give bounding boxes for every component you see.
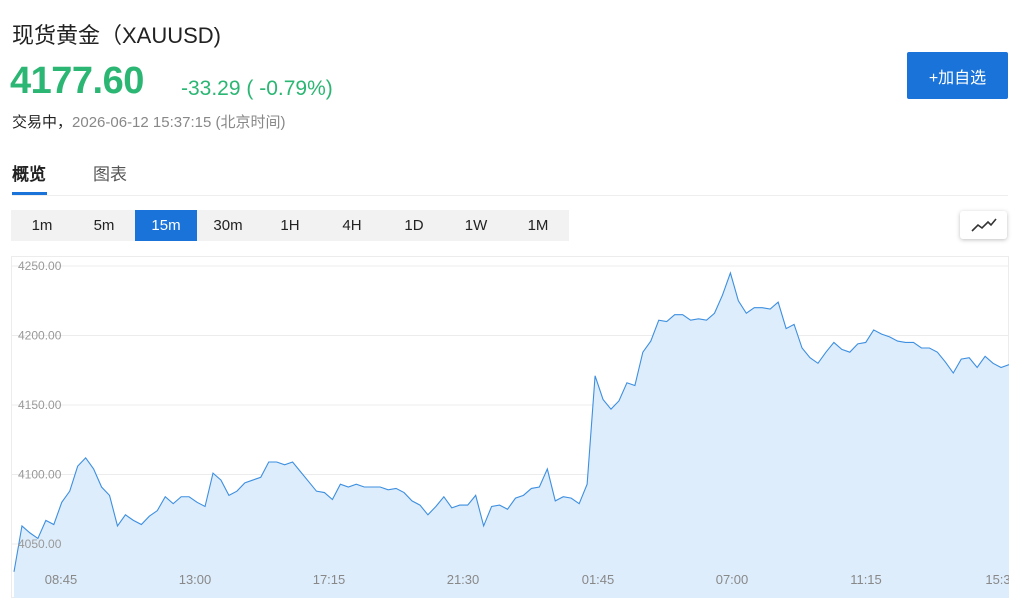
period-5m[interactable]: 5m (73, 210, 135, 241)
x-tick-label: 08:45 (45, 572, 78, 587)
period-1w[interactable]: 1W (445, 210, 507, 241)
x-tick-label: 07:00 (716, 572, 749, 587)
chart-type-button[interactable] (960, 211, 1007, 239)
line-chart-icon (970, 218, 997, 232)
price-chart[interactable]: 4250.00 4200.00 4150.00 4100.00 4050.00 08:4… (11, 256, 1009, 598)
trading-status: 交易中，2026-06-12 15:37:15 (北京时间) (12, 111, 285, 132)
x-tick-label: 17:15 (313, 572, 346, 587)
add-to-watchlist-button[interactable]: +加自选 (907, 52, 1008, 99)
active-tab-indicator (12, 192, 47, 195)
price-change: -33.29 ( -0.79%) (181, 77, 333, 100)
period-1h[interactable]: 1H (259, 210, 321, 241)
y-tick-label: 4250.00 (18, 259, 62, 273)
period-1m-month[interactable]: 1M (507, 210, 569, 241)
period-15m[interactable]: 15m (135, 210, 197, 241)
tab-bar: 概览 图表 (12, 160, 1008, 196)
period-30m[interactable]: 30m (197, 210, 259, 241)
y-tick-label: 4150.00 (18, 398, 62, 412)
status-label: 交易中， (12, 114, 73, 131)
x-tick-label: 01:45 (582, 572, 615, 587)
period-4h[interactable]: 4H (321, 210, 383, 241)
x-tick-label: 13:00 (179, 572, 212, 587)
timestamp: 2026-06-12 15:37:15 (北京时间) (72, 114, 286, 131)
period-1m[interactable]: 1m (11, 210, 73, 241)
current-price: 4177.60 (10, 60, 144, 102)
x-tick-label: 21:30 (447, 572, 480, 587)
y-tick-label: 4100.00 (18, 468, 62, 482)
x-tick-label: 11:15 (850, 572, 882, 587)
instrument-title: 现货黄金（XAUUSD) (12, 23, 222, 48)
period-selector: 1m 5m 15m 30m 1H 4H 1D 1W 1M (11, 210, 569, 241)
period-1d[interactable]: 1D (383, 210, 445, 241)
y-tick-label: 4200.00 (18, 329, 62, 343)
x-tick-label: 15:3 (985, 572, 1009, 587)
tab-overview[interactable]: 概览 (12, 160, 46, 185)
tab-chart[interactable]: 图表 (93, 160, 127, 185)
y-tick-label: 4050.00 (18, 537, 62, 551)
price-area (14, 272, 1009, 598)
